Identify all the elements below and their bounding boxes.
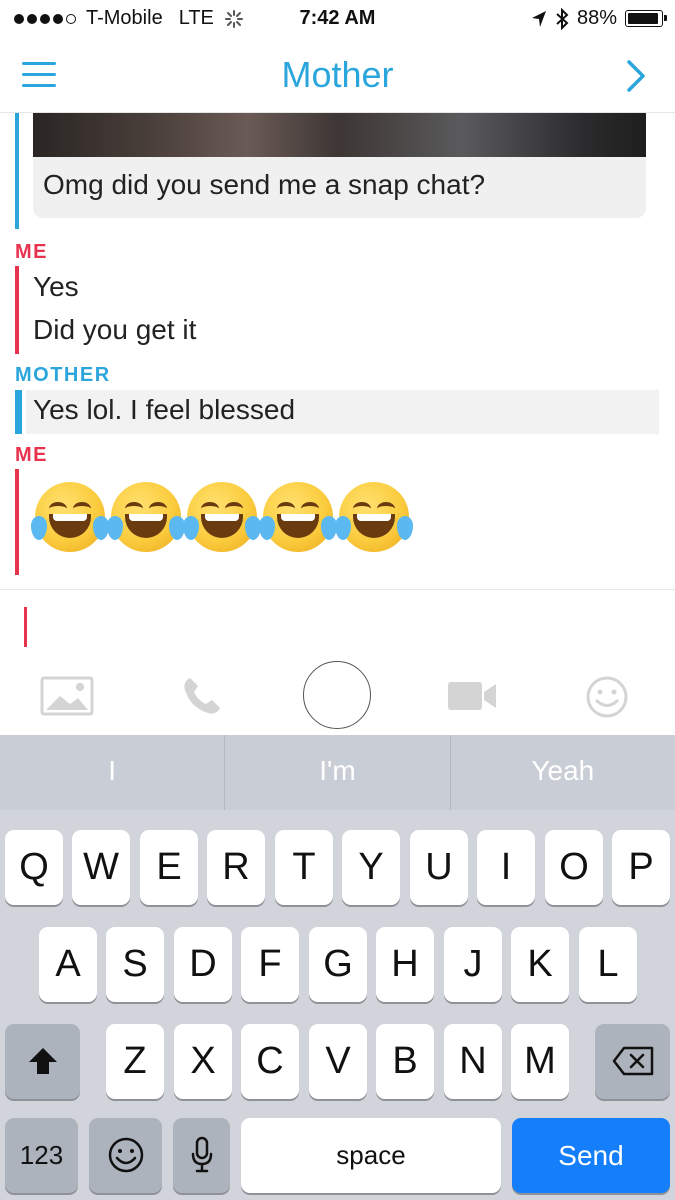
message-text: Yes lol. I feel blessed — [33, 394, 296, 425]
key-l[interactable]: L — [579, 927, 637, 1002]
video-icon — [448, 682, 496, 710]
message-composer — [0, 589, 675, 736]
key-c[interactable]: C — [241, 1024, 299, 1099]
suggestion-item[interactable]: I'm — [224, 735, 449, 810]
key-d[interactable]: D — [174, 927, 232, 1002]
suggestion-item[interactable]: I — [0, 735, 224, 810]
phone-icon — [184, 678, 220, 714]
bluetooth-icon — [556, 7, 569, 30]
image-icon — [40, 676, 94, 716]
shift-key[interactable] — [5, 1024, 80, 1099]
tears-of-joy-emoji-icon — [31, 482, 109, 552]
numbers-key[interactable]: 123 — [5, 1118, 78, 1193]
key-w[interactable]: W — [72, 830, 130, 905]
chat-header: Mother — [0, 40, 675, 113]
tears-of-joy-emoji-icon — [335, 482, 413, 552]
key-o[interactable]: O — [545, 830, 603, 905]
image-button[interactable] — [40, 676, 94, 721]
key-s[interactable]: S — [106, 927, 164, 1002]
mother-message-bar — [15, 113, 19, 229]
key-t[interactable]: T — [275, 830, 333, 905]
sender-label-me: ME — [15, 241, 48, 263]
emoji-keyboard-icon — [108, 1137, 143, 1173]
microphone-icon — [191, 1136, 212, 1173]
sender-label-mother: MOTHER — [15, 364, 111, 386]
key-z[interactable]: Z — [106, 1024, 164, 1099]
tears-of-joy-emoji-icon — [259, 482, 337, 552]
status-bar: T-Mobile LTE 7:42 AM 88% — [0, 0, 675, 40]
key-i[interactable]: I — [477, 830, 535, 905]
media-thumbnail[interactable] — [33, 113, 646, 157]
message-text: Yes — [33, 271, 79, 302]
delete-key[interactable] — [595, 1024, 670, 1099]
emoji-icon — [586, 676, 628, 718]
tears-of-joy-emoji-icon — [107, 482, 185, 552]
sender-label-me: ME — [15, 444, 48, 466]
space-key[interactable]: space — [241, 1118, 501, 1193]
chevron-right-icon — [627, 60, 645, 92]
message-text: Did you get it — [33, 314, 197, 345]
key-r[interactable]: R — [207, 830, 265, 905]
emoji-message — [31, 482, 423, 557]
emoji-button[interactable] — [585, 675, 629, 724]
keyboard: Q W E R T Y U I O P A S D F G H J K L Z … — [0, 810, 675, 1200]
key-y[interactable]: Y — [342, 830, 400, 905]
key-p[interactable]: P — [612, 830, 670, 905]
shift-arrow-icon — [28, 1048, 57, 1074]
menu-button[interactable] — [22, 58, 56, 92]
key-b[interactable]: B — [376, 1024, 434, 1099]
key-x[interactable]: X — [174, 1024, 232, 1099]
key-u[interactable]: U — [410, 830, 468, 905]
chat-thread[interactable]: Omg did you send me a snap chat? ME Yes … — [0, 113, 675, 590]
call-button[interactable] — [180, 674, 224, 723]
location-arrow-icon — [531, 10, 546, 27]
battery-percent: 88% — [576, 7, 617, 29]
emoji-keyboard-key[interactable] — [89, 1118, 162, 1193]
key-q[interactable]: Q — [5, 830, 63, 905]
backspace-icon — [612, 1046, 653, 1076]
predictive-text-bar: I I'm Yeah — [0, 735, 675, 810]
conversation-title: Mother — [281, 54, 394, 95]
capture-button[interactable] — [303, 661, 371, 729]
key-h[interactable]: H — [376, 927, 434, 1002]
status-right: 88% — [531, 7, 667, 30]
me-message-bar — [15, 266, 19, 354]
media-caption: Omg did you send me a snap chat? — [43, 169, 486, 200]
text-cursor — [24, 607, 27, 647]
key-a[interactable]: A — [39, 927, 97, 1002]
snap-media-message[interactable]: Omg did you send me a snap chat? — [33, 113, 646, 218]
key-v[interactable]: V — [309, 1024, 367, 1099]
video-call-button[interactable] — [448, 680, 498, 717]
key-f[interactable]: F — [241, 927, 299, 1002]
key-n[interactable]: N — [444, 1024, 502, 1099]
key-k[interactable]: K — [511, 927, 569, 1002]
battery-icon — [625, 10, 667, 27]
suggestion-item[interactable]: Yeah — [449, 735, 675, 810]
send-key[interactable]: Send — [512, 1118, 670, 1193]
key-j[interactable]: J — [444, 927, 502, 1002]
dictation-key[interactable] — [173, 1118, 230, 1193]
key-g[interactable]: G — [309, 927, 367, 1002]
me-message-bar — [15, 469, 19, 575]
tears-of-joy-emoji-icon — [183, 482, 261, 552]
key-m[interactable]: M — [511, 1024, 569, 1099]
next-button[interactable] — [621, 56, 651, 96]
mother-message-bar — [15, 390, 22, 434]
message-input[interactable] — [0, 590, 675, 656]
key-e[interactable]: E — [140, 830, 198, 905]
